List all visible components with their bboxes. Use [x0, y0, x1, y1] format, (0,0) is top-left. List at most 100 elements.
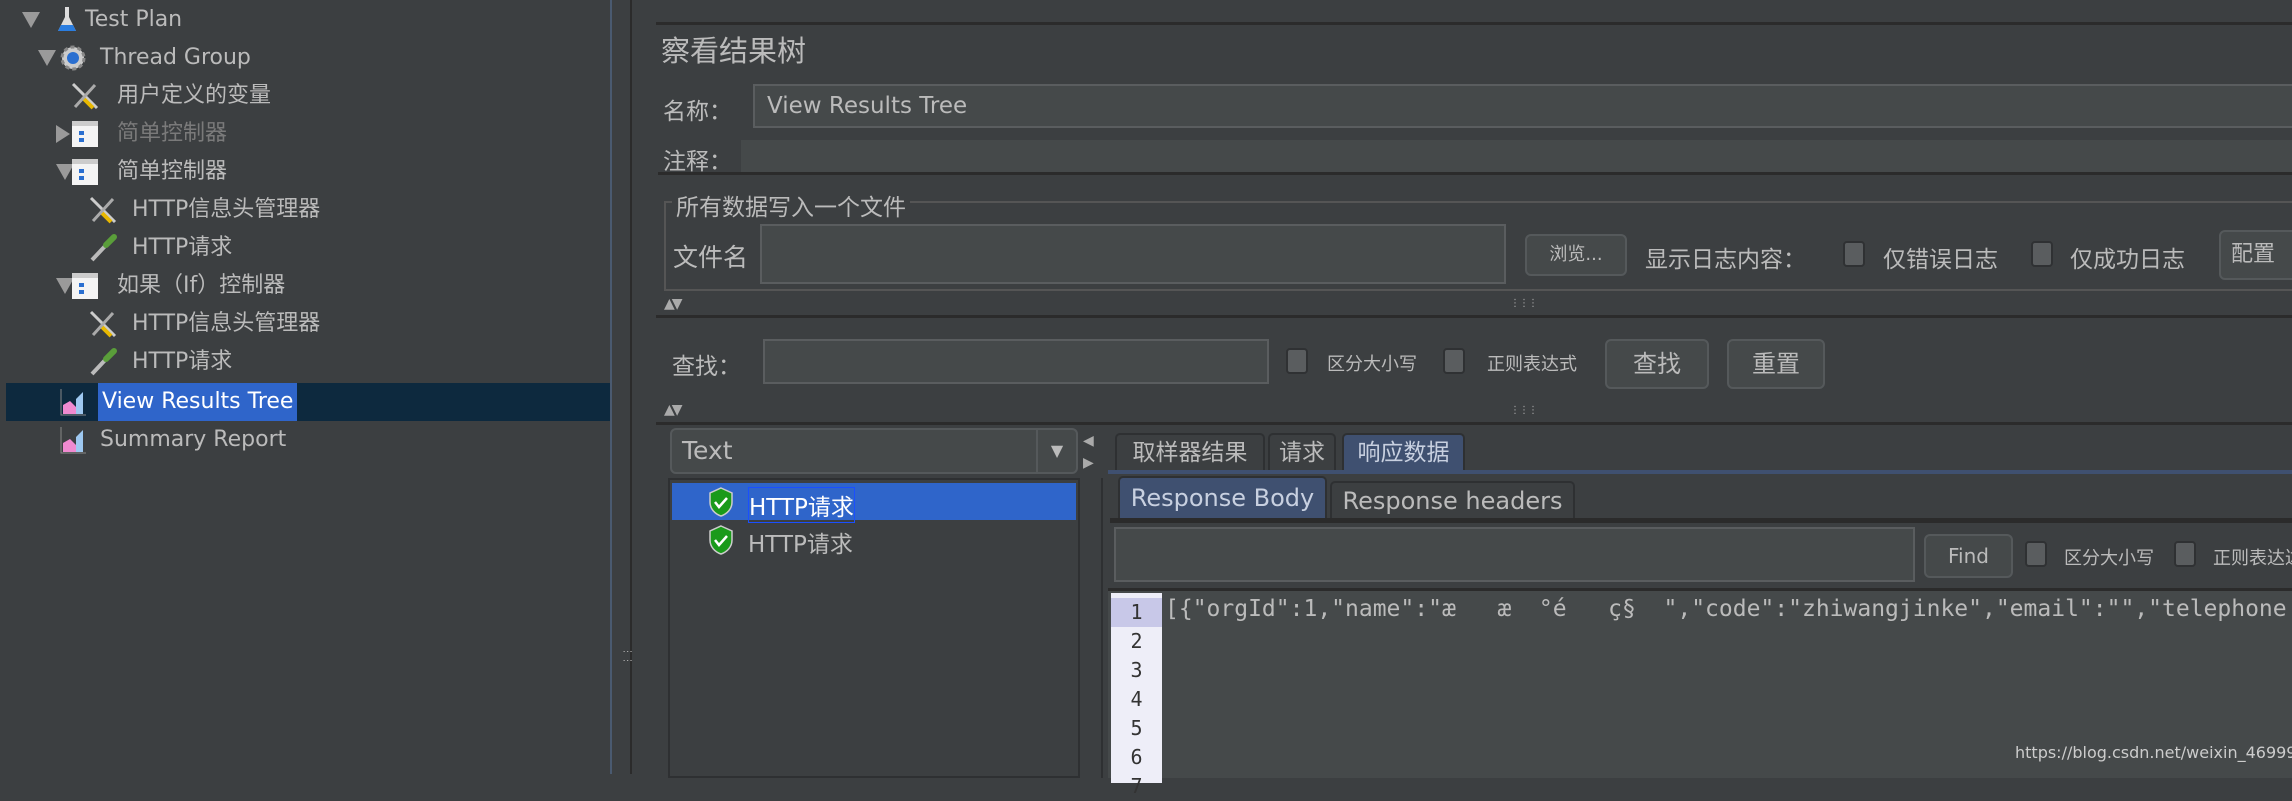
success-shield-icon	[708, 525, 734, 555]
renderer-value: Text	[682, 436, 733, 465]
tree-item[interactable]: Thread Group	[0, 39, 610, 77]
response-case-checkbox[interactable]	[2025, 541, 2047, 567]
tree-item[interactable]: Test Plan	[0, 1, 610, 39]
chevron-down-icon[interactable]: ▼	[1036, 430, 1076, 472]
controller-icon	[70, 271, 100, 301]
collapse-arrows[interactable]: ◀ ▶	[1083, 430, 1094, 474]
collapse-expand-arrows[interactable]: ▲▼	[664, 296, 682, 312]
line-number: 2	[1130, 629, 1143, 653]
errors-only-checkbox[interactable]	[1843, 241, 1865, 267]
response-regex-label: 正则表达达	[2213, 548, 2292, 569]
errors-only-label: 仅错误日志	[1883, 247, 1998, 273]
tree-item[interactable]: 如果（If）控制器	[0, 267, 610, 305]
regex-label: 正则表达式	[1487, 354, 1577, 375]
tab-2[interactable]: 响应数据	[1342, 433, 1465, 471]
renderer-select[interactable]: Text ▼	[670, 428, 1078, 474]
success-only-checkbox[interactable]	[2031, 241, 2053, 267]
case-sensitive-label: 区分大小写	[1327, 354, 1417, 375]
response-find-button[interactable]: Find	[1924, 534, 2013, 578]
find-button[interactable]: 查找	[1605, 339, 1709, 389]
tree-item[interactable]: 用户定义的变量	[0, 77, 610, 115]
config-button[interactable]: 配置	[2219, 230, 2292, 280]
pipette-icon	[88, 347, 118, 377]
response-regex-checkbox[interactable]	[2174, 541, 2196, 567]
tree-item[interactable]: 简单控制器	[0, 153, 610, 191]
success-shield-icon	[708, 487, 734, 517]
sample-result-item[interactable]: HTTP请求	[672, 521, 1076, 558]
page-title: 察看结果树	[661, 34, 807, 68]
wrench-screwdriver-icon	[70, 81, 100, 111]
tree-item-label: Thread Group	[100, 45, 251, 70]
log-content-label: 显示日志内容：	[1645, 247, 1806, 273]
regex-checkbox[interactable]	[1443, 348, 1465, 374]
wrench-screwdriver-icon	[88, 195, 118, 225]
line-number: 5	[1130, 716, 1143, 740]
filename-input[interactable]	[760, 224, 1506, 284]
split-pane-divider[interactable]: ⋮⋮	[614, 0, 633, 774]
expanded-triangle-icon[interactable]	[22, 12, 40, 28]
tree-item-label: HTTP请求	[132, 235, 233, 260]
file-group-title: 所有数据写入一个文件	[672, 188, 910, 222]
line-number: 7	[1130, 774, 1143, 798]
sample-label: HTTP请求	[748, 532, 853, 558]
comment-input[interactable]	[741, 140, 2292, 172]
tree-item-label: Test Plan	[85, 7, 183, 32]
tree-item[interactable]: HTTP请求	[0, 229, 610, 267]
pipette-icon	[88, 233, 118, 263]
name-input[interactable]: View Results Tree	[753, 84, 2292, 128]
tree-item-label: View Results Tree	[98, 383, 298, 421]
success-only-label: 仅成功日志	[2070, 247, 2185, 273]
line-number: 1	[1111, 598, 1162, 627]
line-number: 3	[1130, 658, 1143, 682]
response-find-input[interactable]	[1114, 527, 1915, 582]
divider	[656, 315, 2292, 318]
reset-button[interactable]: 重置	[1727, 339, 1825, 389]
sample-label: HTTP请求	[748, 487, 855, 523]
flask-icon	[52, 5, 82, 35]
tab-1[interactable]: 请求	[1268, 433, 1336, 471]
search-input[interactable]	[763, 339, 1269, 384]
response-body-line: [{"orgId":1,"name":"æ æ °é ç§ ","code":"…	[1165, 596, 2287, 622]
browse-button[interactable]: 浏览...	[1525, 234, 1627, 276]
tree-item-label: 如果（If）控制器	[117, 273, 286, 298]
tree-item-label: HTTP信息头管理器	[132, 311, 321, 336]
split-grip[interactable]: ⋮⋮⋮	[1510, 298, 1538, 309]
line-number: 6	[1130, 745, 1143, 769]
tree-item[interactable]: Summary Report	[0, 421, 610, 459]
comment-label: 注释：	[663, 149, 732, 175]
list-scrollbar-area	[1081, 478, 1103, 778]
chart-listener-icon	[58, 425, 88, 455]
wrench-screwdriver-icon	[88, 309, 118, 339]
tree-item-label: 简单控制器	[117, 121, 228, 146]
tree-item[interactable]: HTTP信息头管理器	[0, 305, 610, 343]
subtab-response-body[interactable]: Response Body	[1118, 476, 1327, 518]
filename-label: 文件名	[673, 243, 749, 272]
test-plan-tree: Test Plan Thread Group 用户定义的变量 简单控制器 简单控制器 HT…	[0, 0, 612, 774]
watermark: https://blog.csdn.net/weixin_46999678	[2015, 743, 2292, 762]
collapse-expand-arrows[interactable]: ▲▼	[664, 402, 682, 418]
tree-item-label: Summary Report	[100, 427, 287, 452]
response-case-label: 区分大小写	[2064, 548, 2154, 569]
divider	[658, 172, 2292, 175]
sample-result-item[interactable]: HTTP请求	[672, 483, 1076, 523]
chart-listener-icon	[58, 387, 88, 417]
collapsed-triangle-icon[interactable]	[56, 125, 70, 143]
tree-item[interactable]: HTTP请求	[0, 343, 610, 381]
tree-item[interactable]: HTTP信息头管理器	[0, 191, 610, 229]
divider	[656, 422, 2292, 425]
expanded-triangle-icon[interactable]	[38, 50, 56, 66]
tree-item[interactable]: 简单控制器	[0, 115, 610, 153]
controller-icon	[70, 119, 100, 149]
subtab-response-headers[interactable]: Response headers	[1330, 481, 1575, 518]
tree-item-label: HTTP信息头管理器	[132, 197, 321, 222]
tree-item[interactable]: View Results Tree	[0, 383, 610, 421]
case-sensitive-checkbox[interactable]	[1286, 348, 1308, 374]
tab-0[interactable]: 取样器结果	[1115, 433, 1265, 471]
search-label: 查找：	[672, 354, 741, 380]
tree-item-label: HTTP请求	[132, 349, 233, 374]
tab-underline	[1108, 470, 2292, 474]
split-grip[interactable]: ⋮⋮⋮	[1510, 405, 1538, 416]
name-label: 名称：	[663, 99, 732, 125]
divider-grip[interactable]: ⋮⋮	[622, 647, 633, 665]
controller-icon	[70, 157, 100, 187]
